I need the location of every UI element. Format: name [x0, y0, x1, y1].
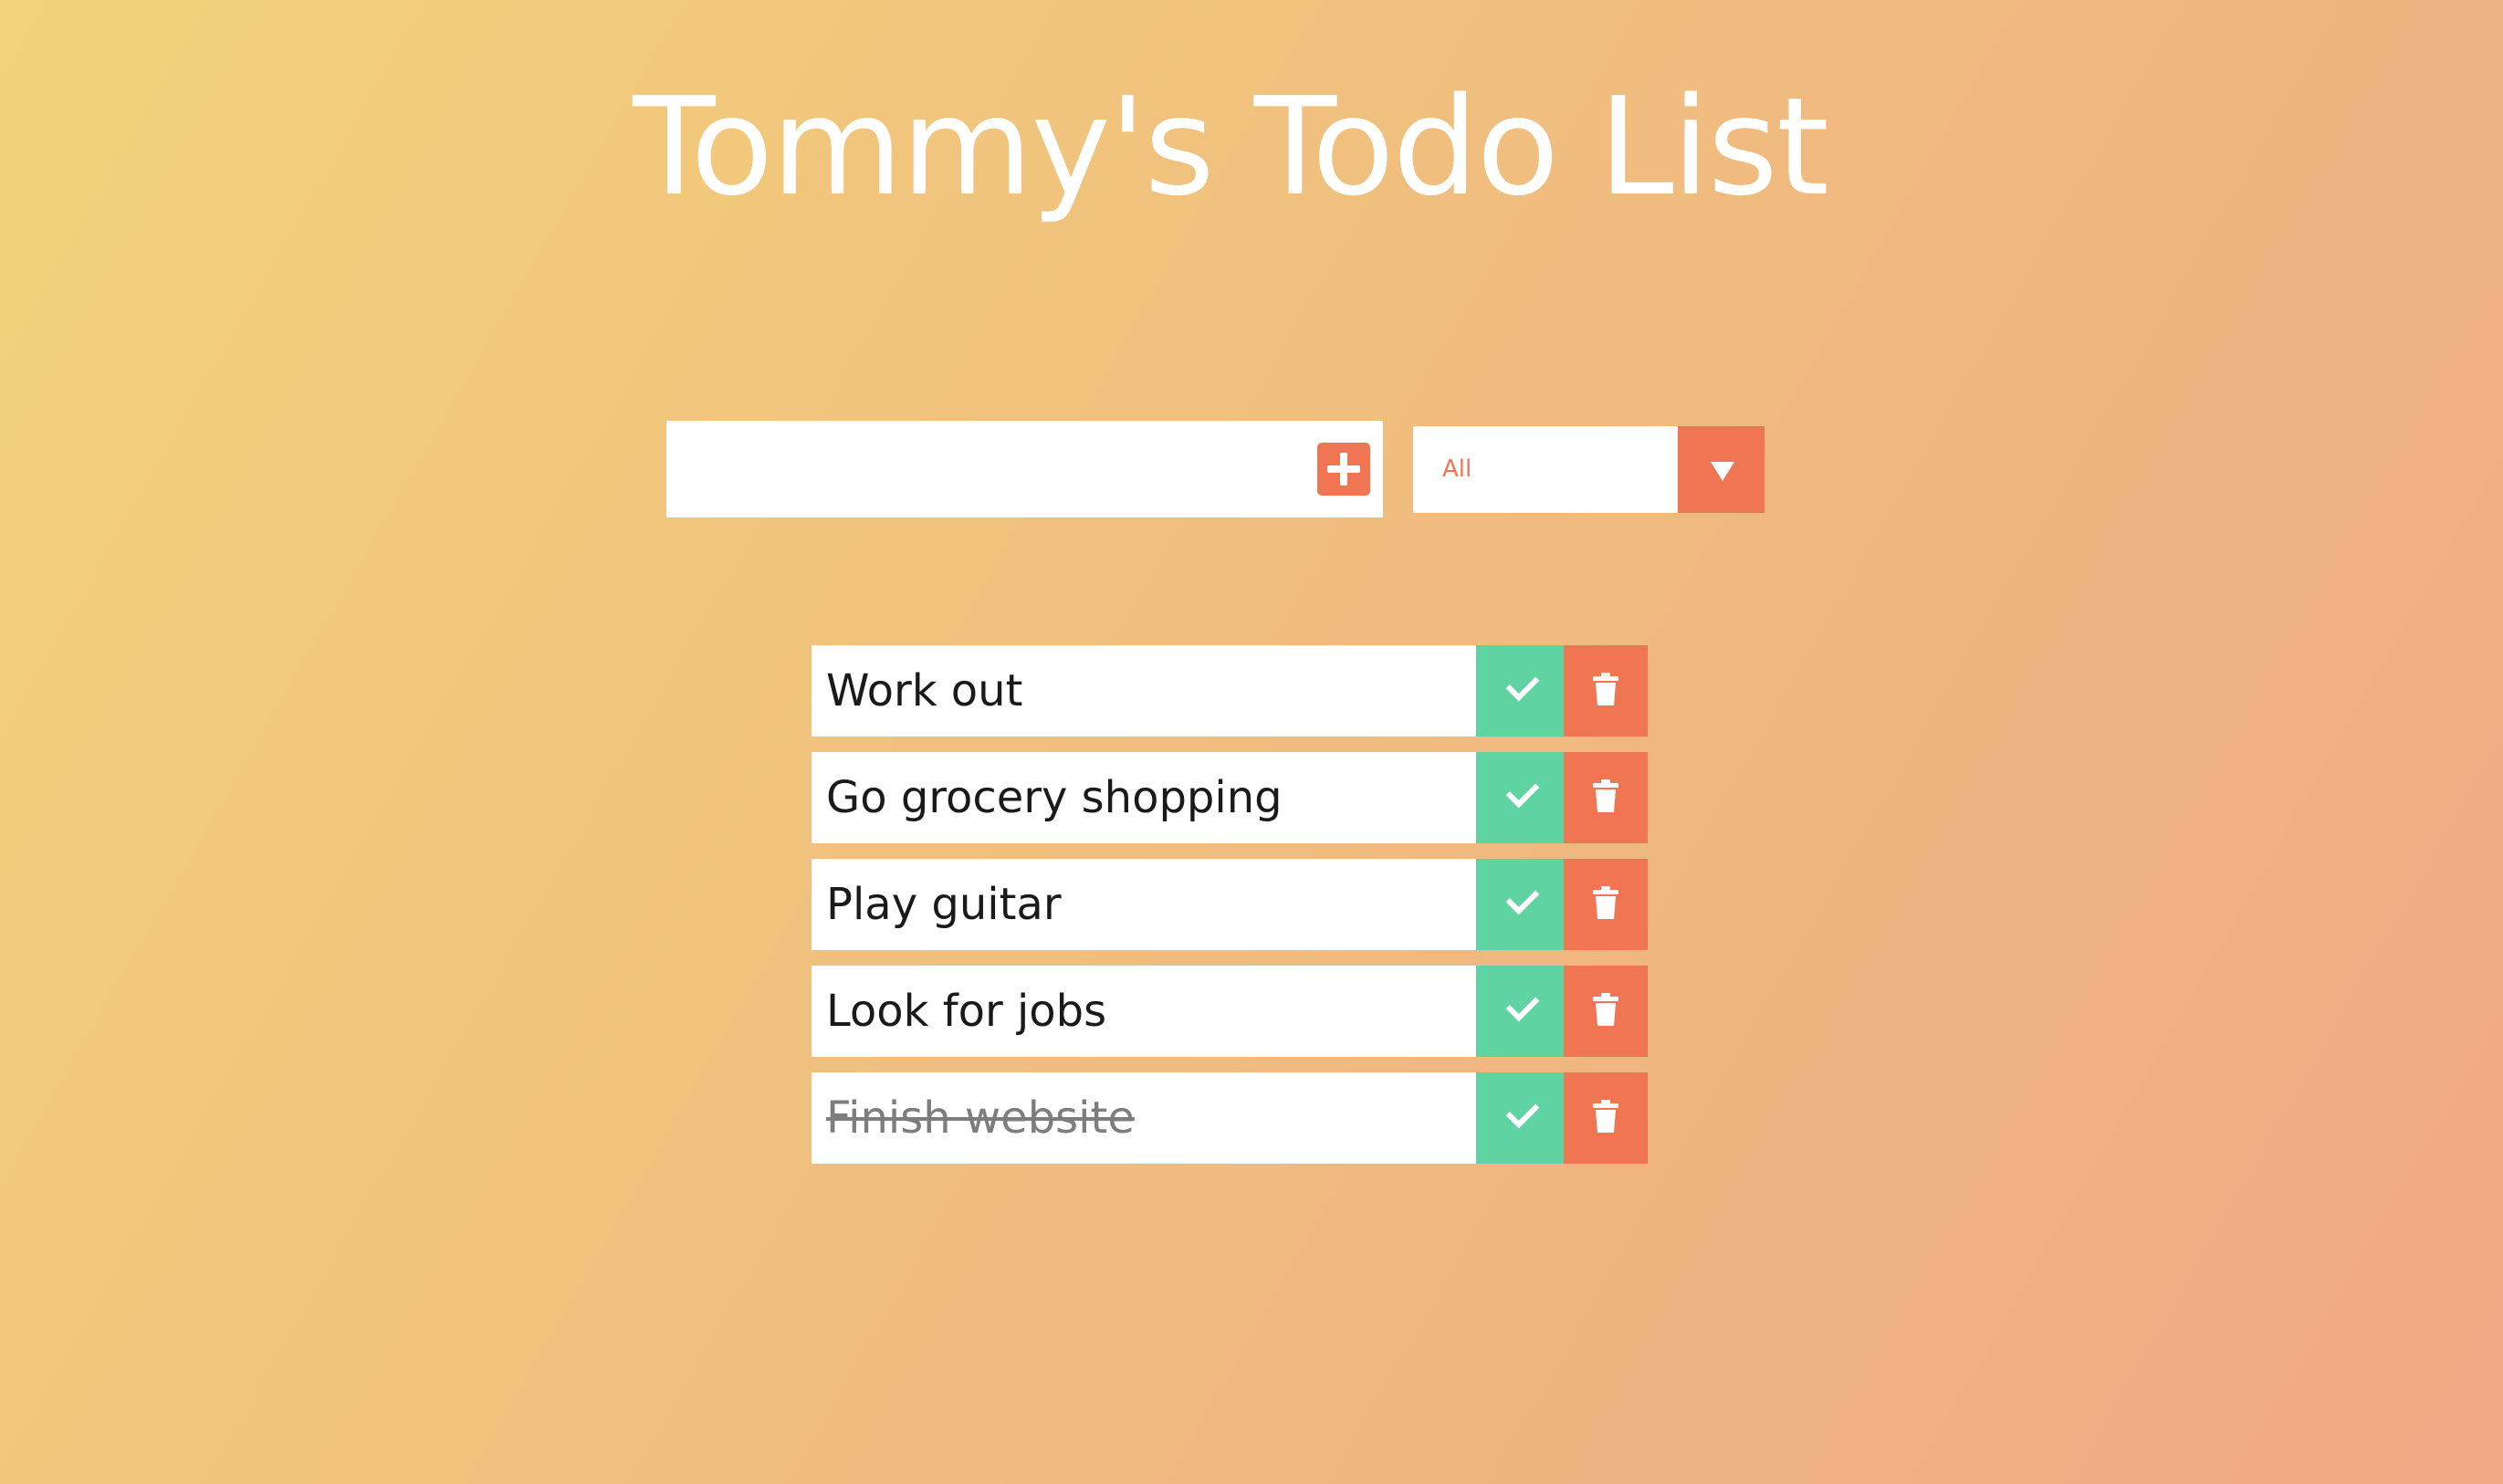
todo-input[interactable] [666, 421, 1296, 517]
page-title: Tommy's Todo List [633, 68, 1829, 225]
todo-text: Look for jobs [826, 986, 1107, 1037]
todo-item: Play guitar [812, 859, 1648, 950]
delete-button[interactable] [1564, 859, 1648, 950]
check-icon [1505, 881, 1540, 915]
check-icon [1505, 1094, 1540, 1129]
todo-list: Work out Go grocery shopping Play guitar [812, 645, 1648, 1179]
check-icon [1505, 774, 1540, 809]
todo-text: Play guitar [826, 879, 1062, 930]
check-icon [1505, 667, 1540, 702]
trash-icon [1593, 673, 1618, 705]
todo-text: Go grocery shopping [826, 772, 1283, 823]
delete-button[interactable] [1564, 645, 1648, 737]
todo-item: Look for jobs [812, 966, 1648, 1057]
todo-item: Work out [812, 645, 1648, 737]
complete-button[interactable] [1476, 1072, 1564, 1164]
complete-button[interactable] [1476, 645, 1564, 737]
delete-button[interactable] [1564, 966, 1648, 1057]
filter-selected-value: All [1442, 455, 1472, 483]
todo-item: Go grocery shopping [812, 752, 1648, 843]
add-todo-form [666, 421, 1383, 517]
delete-button[interactable] [1564, 1072, 1648, 1164]
check-icon [1505, 988, 1540, 1022]
caret-down-icon[interactable] [1678, 426, 1765, 513]
todo-text: Finish website [826, 1092, 1135, 1144]
todo-item: Finish website [812, 1072, 1648, 1164]
trash-icon [1593, 886, 1618, 919]
trash-icon [1593, 779, 1618, 812]
complete-button[interactable] [1476, 966, 1564, 1057]
complete-button[interactable] [1476, 752, 1564, 843]
delete-button[interactable] [1564, 752, 1648, 843]
filter-select[interactable]: All [1413, 426, 1765, 513]
trash-icon [1593, 993, 1618, 1026]
todo-text: Work out [826, 665, 1023, 716]
add-button[interactable] [1317, 443, 1370, 496]
complete-button[interactable] [1476, 859, 1564, 950]
trash-icon [1593, 1100, 1618, 1133]
